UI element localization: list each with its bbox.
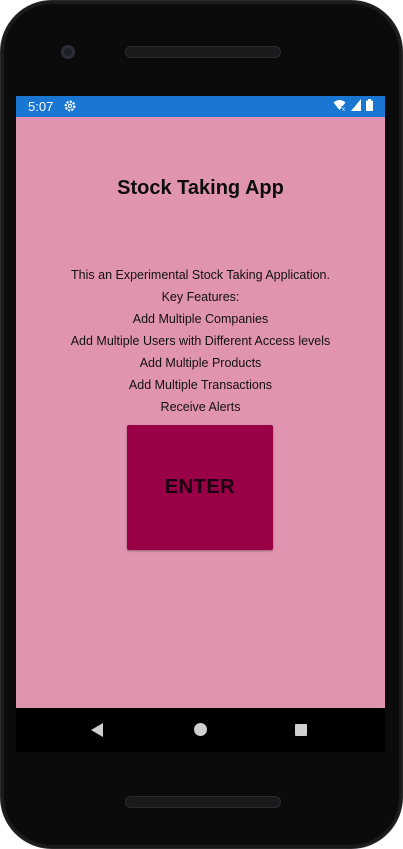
- navigation-bar: [16, 708, 385, 752]
- feature-item: Add Multiple Products: [139, 356, 262, 370]
- front-camera: [61, 45, 75, 59]
- battery-icon: [366, 98, 373, 116]
- gear-icon: [64, 99, 76, 113]
- status-time: 5:07: [28, 99, 54, 114]
- feature-item: Add Multiple Companies: [132, 312, 269, 326]
- signal-icon: [351, 98, 361, 116]
- svg-text:x: x: [342, 107, 345, 111]
- recents-icon[interactable]: [295, 724, 307, 736]
- app-screen: 5:07 x Stock Taking App This an Experime…: [16, 96, 385, 708]
- enter-button[interactable]: ENTER: [127, 425, 273, 550]
- intro-text: This an Experimental Stock Taking Applic…: [71, 268, 330, 282]
- back-icon[interactable]: [90, 722, 104, 743]
- key-features-heading: Key Features:: [161, 290, 240, 304]
- feature-item: Add Multiple Users with Different Access…: [70, 334, 331, 348]
- feature-item: Add Multiple Transactions: [128, 378, 273, 392]
- feature-description: This an Experimental Stock Taking Applic…: [16, 267, 385, 421]
- home-icon[interactable]: [194, 723, 207, 736]
- feature-item: Receive Alerts: [160, 400, 241, 414]
- page-title: Stock Taking App: [117, 177, 284, 199]
- wifi-icon: x: [333, 98, 346, 116]
- earpiece-speaker: [125, 46, 281, 58]
- phone-frame: 5:07 x Stock Taking App This an Experime…: [0, 0, 403, 849]
- bottom-speaker: [125, 796, 281, 808]
- status-bar: 5:07 x: [16, 96, 385, 117]
